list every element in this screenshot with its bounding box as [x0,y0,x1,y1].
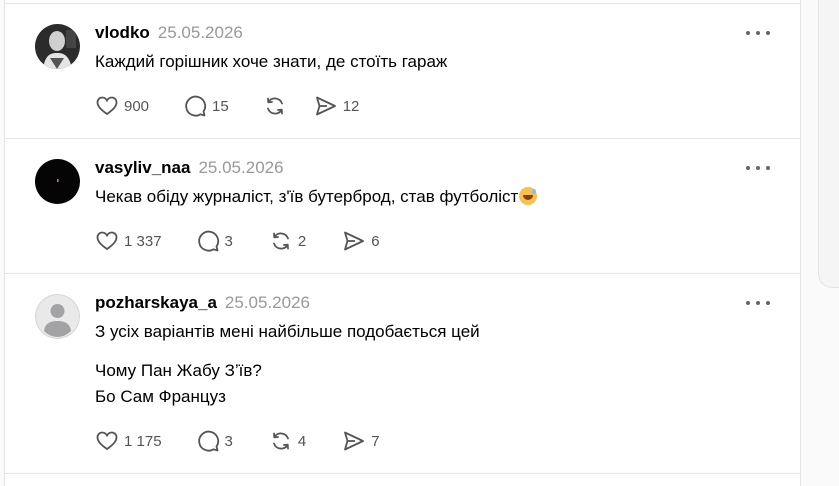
post-header: vasyliv_naa 25.05.2026 [95,158,284,180]
post-date[interactable]: 25.05.2026 [225,293,310,313]
repost-button[interactable] [263,94,292,118]
post-actions: 1 175 3 4 7 [95,429,414,453]
comment-icon [185,95,207,117]
post-header: vlodko 25.05.2026 [95,23,243,45]
post-actions: 1 337 3 2 6 [95,229,414,253]
repost-icon [266,97,283,115]
share-count: 7 [371,432,380,450]
like-count: 1 175 [124,432,162,450]
reply-button[interactable]: 3 [196,229,233,253]
post-actions: 900 15 12 [95,94,393,118]
reply-button[interactable]: 3 [196,429,233,453]
avatar-photo-icon [35,24,80,69]
default-avatar-icon [35,294,80,339]
post-text: Чекав обіду журналіст, з'їв бутерброд, с… [95,186,538,208]
avatar-vlodko[interactable] [35,24,80,69]
share-count: 6 [371,232,380,250]
grinning-sweat-emoji-icon [519,187,538,205]
comment-icon [197,430,219,452]
heart-icon [96,231,118,251]
share-button[interactable]: 12 [314,94,360,118]
post-vlodko[interactable]: vlodko 25.05.2026 Каждий горішник хоче з… [5,0,800,139]
post-date[interactable]: 25.05.2026 [198,158,283,178]
username[interactable]: vlodko [95,23,150,43]
reply-count: 3 [224,432,233,450]
comment-icon [197,230,219,252]
post-divider [5,473,800,474]
reply-count: 3 [224,232,233,250]
repost-count: 2 [297,232,307,250]
like-button[interactable]: 900 [95,94,149,118]
more-icon[interactable] [746,294,770,312]
feed: vlodko 25.05.2026 Каждий горішник хоче з… [4,0,801,486]
share-icon [315,96,336,116]
username[interactable]: pozharskaya_a [95,293,217,313]
repost-button[interactable]: 4 [269,429,306,453]
like-count: 900 [124,97,150,115]
heart-icon [96,431,118,451]
post-vasyliv_naa[interactable]: vasyliv_naa 25.05.2026 Чекав обіду журна… [5,139,800,274]
like-count: 1 337 [124,232,162,250]
post-text-line: Бо Сам Француз [95,387,226,406]
post-text: Каждий горішник хоче знати, де стоїть га… [95,51,447,73]
avatar-photo-icon [35,159,80,204]
repost-icon [272,432,289,450]
share-button[interactable]: 6 [342,229,380,253]
post-text-line: Чому Пан Жабу З’їв? [95,361,262,380]
repost-count: 4 [297,432,307,450]
repost-icon [272,232,289,250]
repost-button[interactable]: 2 [269,229,306,253]
post-text-line: Каждий горішник хоче знати, де стоїть га… [95,52,448,71]
share-icon [344,431,365,451]
post-pozharskaya_a[interactable]: pozharskaya_a 25.05.2026 З усіх варіанті… [5,274,800,474]
reply-button[interactable]: 15 [183,94,229,118]
more-icon[interactable] [746,159,770,177]
post-date[interactable]: 25.05.2026 [158,23,243,43]
share-icon [344,231,365,251]
post-header: pozharskaya_a 25.05.2026 [95,293,310,315]
post-text-line: Чекав обіду журналіст, з'їв бутерброд, с… [95,187,519,206]
avatar-vasyliv_naa[interactable] [35,159,80,204]
post-text-line: З усіх варіантів мені найбільше подобаєт… [95,322,480,341]
share-count: 12 [342,97,360,115]
like-button[interactable]: 1 175 [95,429,162,453]
like-button[interactable]: 1 337 [95,229,162,253]
heart-icon [96,96,118,116]
username[interactable]: vasyliv_naa [95,158,190,178]
avatar-pozharskaya_a[interactable] [35,294,80,339]
reply-count: 15 [212,97,229,115]
share-button[interactable]: 7 [342,429,380,453]
more-icon[interactable] [746,24,770,42]
side-panel-edge [818,0,839,288]
